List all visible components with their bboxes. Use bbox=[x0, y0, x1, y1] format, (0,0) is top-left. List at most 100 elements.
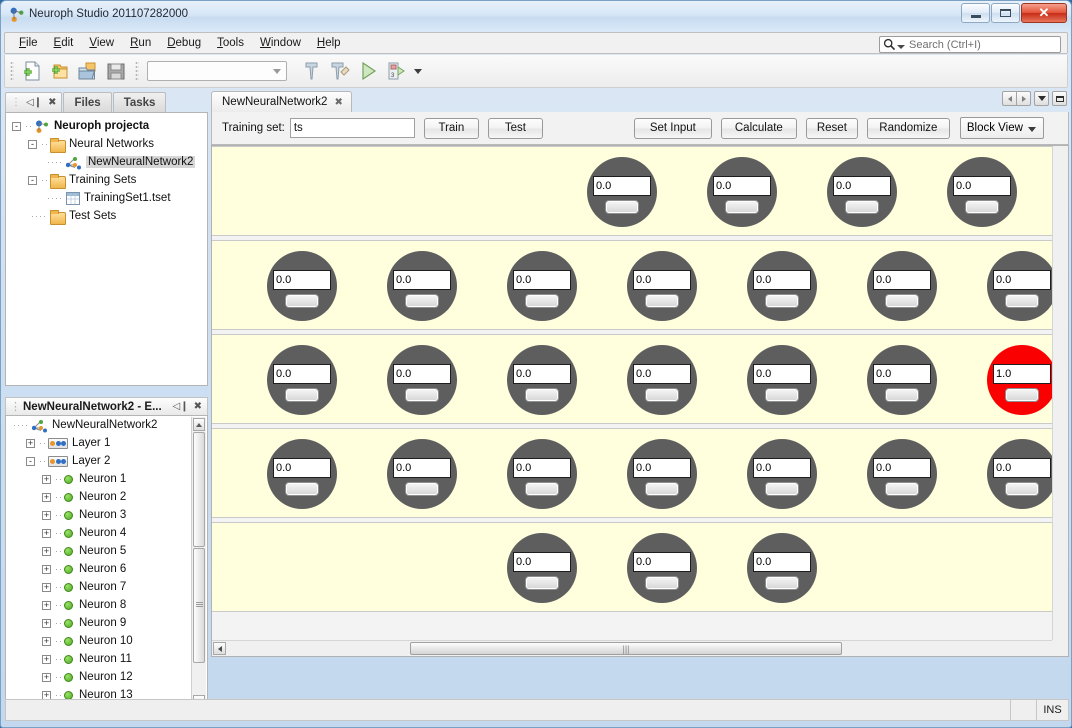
expand-icon[interactable]: + bbox=[42, 546, 51, 556]
neuron[interactable]: 0.0 bbox=[507, 439, 577, 509]
neuron-value-field[interactable]: 1.0 bbox=[993, 364, 1051, 384]
neuron[interactable]: 0.0 bbox=[507, 345, 577, 415]
neuron[interactable]: 0.0 bbox=[507, 251, 577, 321]
tree-node[interactable]: + ·· Neuron 8 bbox=[6, 596, 191, 614]
neuron[interactable]: 0.0 bbox=[267, 251, 337, 321]
neuron-button[interactable] bbox=[285, 388, 319, 402]
neuron-button[interactable] bbox=[885, 294, 919, 308]
neuron-button[interactable] bbox=[645, 388, 679, 402]
neuron-button[interactable] bbox=[285, 482, 319, 496]
canvas-vertical-scrollbar[interactable] bbox=[1052, 146, 1068, 640]
new-project-button[interactable] bbox=[47, 58, 73, 84]
neuron-value-field[interactable]: 0.0 bbox=[393, 364, 451, 384]
neuron-value-field[interactable]: 0.0 bbox=[273, 458, 331, 478]
menu-item-view[interactable]: View bbox=[81, 34, 122, 52]
clean-build-button[interactable] bbox=[327, 58, 353, 84]
neuron-value-field[interactable]: 0.0 bbox=[993, 458, 1051, 478]
scroll-up-button[interactable] bbox=[193, 418, 205, 431]
layer-band[interactable]: 0.0 0.0 0.0 bbox=[212, 522, 1052, 612]
expand-icon[interactable]: + bbox=[42, 474, 51, 484]
neuron-button[interactable] bbox=[645, 482, 679, 496]
scroll-thumb-lower[interactable] bbox=[193, 548, 205, 663]
tree-node[interactable]: - ·· Neuroph projecta bbox=[6, 117, 207, 135]
neuron-value-field[interactable]: 0.0 bbox=[873, 364, 931, 384]
close-panel-icon[interactable]: ✖ bbox=[48, 97, 56, 108]
neuron[interactable]: 0.0 bbox=[747, 439, 817, 509]
neuron[interactable]: 0.0 bbox=[627, 439, 697, 509]
neuron-button[interactable] bbox=[1005, 388, 1039, 402]
neuron-button[interactable] bbox=[605, 200, 639, 214]
expand-icon[interactable]: + bbox=[42, 510, 51, 520]
neuron-button[interactable] bbox=[525, 294, 559, 308]
view-mode-combo[interactable]: Block View bbox=[959, 117, 1044, 139]
build-button[interactable] bbox=[299, 58, 325, 84]
neuron[interactable]: 0.0 bbox=[867, 251, 937, 321]
tree-node[interactable]: + ·· Neuron 6 bbox=[6, 560, 191, 578]
neuron[interactable]: 0.0 bbox=[267, 345, 337, 415]
neuron-value-field[interactable]: 0.0 bbox=[753, 552, 811, 572]
neuron[interactable]: 0.0 bbox=[627, 345, 697, 415]
neuron-value-field[interactable]: 0.0 bbox=[513, 552, 571, 572]
tree-node[interactable]: + ·· Layer 1 bbox=[6, 434, 191, 452]
maximize-button[interactable] bbox=[991, 3, 1020, 23]
layer-band[interactable]: 0.0 0.0 0.0 0.0 0.0 0.0 0.0 bbox=[212, 240, 1052, 330]
tree-node[interactable]: + ·· Neuron 5 bbox=[6, 542, 191, 560]
menu-item-run[interactable]: Run bbox=[122, 34, 159, 52]
neuron[interactable]: 0.0 bbox=[827, 157, 897, 227]
explorer-close-icon[interactable]: ✖ bbox=[194, 401, 202, 412]
collapse-icon[interactable]: - bbox=[12, 121, 21, 131]
neuron-value-field[interactable]: 0.0 bbox=[513, 270, 571, 290]
run-configuration-combo[interactable] bbox=[147, 61, 287, 81]
neuron-button[interactable] bbox=[845, 200, 879, 214]
neuron-value-field[interactable]: 0.0 bbox=[833, 176, 891, 196]
neuron[interactable]: 0.0 bbox=[987, 439, 1052, 509]
neuron-button[interactable] bbox=[765, 482, 799, 496]
collapse-icon[interactable]: - bbox=[28, 139, 37, 149]
expand-icon[interactable]: + bbox=[42, 600, 51, 610]
neuron-value-field[interactable]: 0.0 bbox=[633, 364, 691, 384]
neuron-value-field[interactable]: 0.0 bbox=[753, 270, 811, 290]
neuron[interactable]: 0.0 bbox=[987, 251, 1052, 321]
neuron-button[interactable] bbox=[525, 482, 559, 496]
neuron[interactable]: 0.0 bbox=[507, 533, 577, 603]
reset-button[interactable]: Reset bbox=[805, 117, 858, 139]
set-input-button[interactable]: Set Input bbox=[633, 117, 712, 139]
open-project-button[interactable] bbox=[75, 58, 101, 84]
scroll-tabs-right-button[interactable] bbox=[1016, 91, 1031, 106]
scroll-thumb[interactable] bbox=[193, 432, 205, 547]
menu-item-debug[interactable]: Debug bbox=[159, 34, 209, 52]
scroll-tabs-left-button[interactable] bbox=[1002, 91, 1017, 106]
canvas-horizontal-scrollbar[interactable]: ||| bbox=[212, 640, 1052, 656]
neuron-value-field[interactable]: 0.0 bbox=[873, 458, 931, 478]
close-tab-icon[interactable]: ✖ bbox=[334, 97, 342, 108]
collapse-icon[interactable]: - bbox=[26, 456, 35, 466]
layer-band[interactable]: 0.00.00.00.01.0 bbox=[212, 146, 1052, 236]
neuron-button[interactable] bbox=[405, 294, 439, 308]
neuron[interactable]: 0.0 bbox=[387, 251, 457, 321]
panel-grip-2[interactable]: ⋮ bbox=[10, 400, 21, 413]
tree-node[interactable]: + ·· Neuron 1 bbox=[6, 470, 191, 488]
debug-button[interactable]: 3 bbox=[383, 58, 409, 84]
calculate-button[interactable]: Calculate bbox=[720, 117, 797, 139]
projects-tree[interactable]: - ·· Neuroph projecta - ·· Neural Networks ···… bbox=[5, 112, 208, 386]
test-button[interactable]: Test bbox=[487, 117, 543, 139]
editor-tab-newneuralnetwork2[interactable]: NewNeuralNetwork2 ✖ bbox=[211, 91, 352, 112]
network-canvas[interactable]: 0.00.00.00.01.00.00.00.00.00.00.00.00.00… bbox=[212, 146, 1052, 640]
tree-node[interactable]: + ·· Neuron 2 bbox=[6, 488, 191, 506]
neuron-value-field[interactable]: 0.0 bbox=[633, 458, 691, 478]
tab-files[interactable]: Files bbox=[63, 92, 112, 112]
neuron[interactable]: 0.0 bbox=[387, 345, 457, 415]
neuron[interactable]: 0.0 bbox=[627, 533, 697, 603]
neuron-button[interactable] bbox=[765, 388, 799, 402]
expand-icon[interactable]: + bbox=[42, 492, 51, 502]
tab-list-button[interactable] bbox=[1034, 91, 1049, 106]
neuron-value-field[interactable]: 0.0 bbox=[633, 552, 691, 572]
explorer-scrollbar[interactable] bbox=[191, 417, 206, 709]
menu-item-tools[interactable]: Tools bbox=[209, 34, 252, 52]
neuron-button[interactable] bbox=[1005, 294, 1039, 308]
toolbar-grip[interactable] bbox=[10, 61, 14, 81]
neuron[interactable]: 1.0 bbox=[987, 345, 1052, 415]
neuron-value-field[interactable]: 0.0 bbox=[513, 458, 571, 478]
tree-node[interactable]: + ·· Neuron 4 bbox=[6, 524, 191, 542]
neuron-value-field[interactable]: 0.0 bbox=[393, 270, 451, 290]
